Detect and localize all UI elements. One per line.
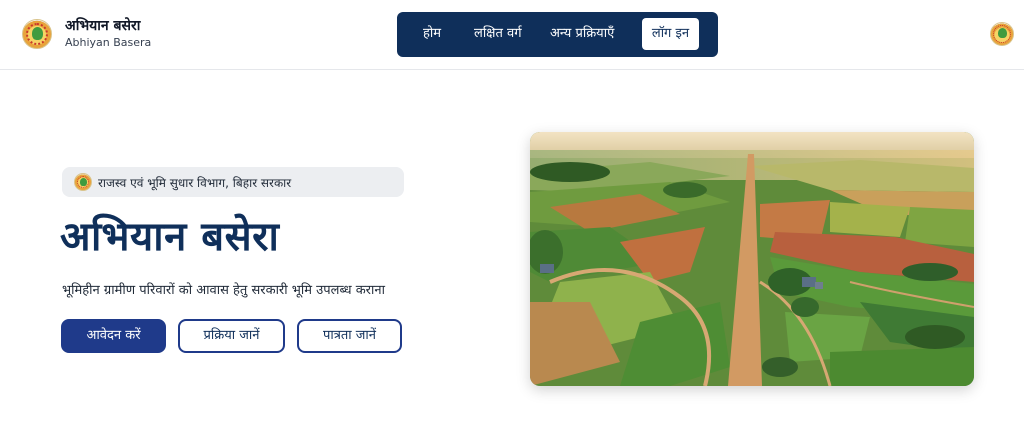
state-emblem-right-icon <box>990 22 1014 46</box>
hero-subtitle: भूमिहीन ग्रामीण परिवारों को आवास हेतु सर… <box>62 283 385 298</box>
site-header: अभियान बसेरा Abhiyan Basera होम लक्षित व… <box>0 0 1024 70</box>
department-badge-text: राजस्व एवं भूमि सुधार विभाग, बिहार सरकार <box>98 175 292 190</box>
know-eligibility-button[interactable]: पात्रता जानें <box>297 319 402 353</box>
apply-button[interactable]: आवेदन करें <box>61 319 166 353</box>
department-emblem-icon <box>74 173 92 191</box>
brand-text: अभियान बसेरा Abhiyan Basera <box>65 17 151 51</box>
state-emblem-icon <box>22 19 52 49</box>
hero-title: अभियान बसेरा <box>60 214 280 260</box>
nav-item-home[interactable]: होम <box>423 12 441 57</box>
login-button[interactable]: लॉग इन <box>642 18 699 50</box>
brand-title: अभियान बसेरा <box>65 18 141 34</box>
main-nav: होम लक्षित वर्ग अन्य प्रक्रियाएँ लॉग इन <box>397 12 718 57</box>
aerial-farmland-image <box>530 132 974 386</box>
nav-item-other-processes[interactable]: अन्य प्रक्रियाएँ <box>550 12 614 57</box>
brand-subtitle: Abhiyan Basera <box>65 36 152 49</box>
know-process-button[interactable]: प्रक्रिया जानें <box>178 319 285 353</box>
department-badge: राजस्व एवं भूमि सुधार विभाग, बिहार सरकार <box>62 167 404 197</box>
nav-item-target-group[interactable]: लक्षित वर्ग <box>474 12 522 57</box>
brand[interactable]: अभियान बसेरा Abhiyan Basera <box>22 17 151 51</box>
